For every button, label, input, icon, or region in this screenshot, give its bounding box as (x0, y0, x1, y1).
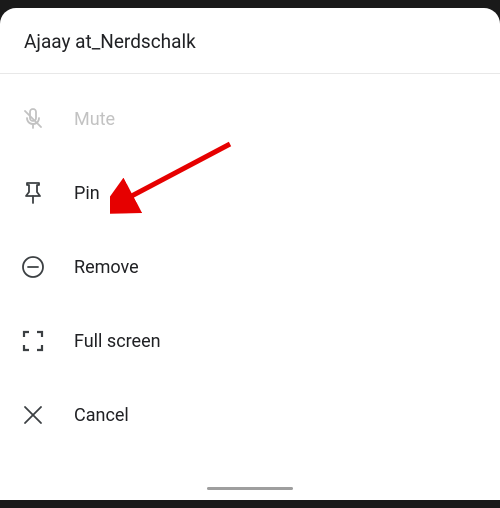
fullscreen-icon (20, 328, 46, 354)
home-indicator (207, 487, 293, 490)
sheet-header: Ajaay at_Nerdschalk (0, 8, 500, 74)
mute-label: Mute (74, 109, 115, 130)
remove-option[interactable]: Remove (0, 230, 500, 304)
menu-list: Mute Pin Remove (0, 74, 500, 452)
cancel-label: Cancel (74, 405, 129, 426)
cancel-option[interactable]: Cancel (0, 378, 500, 452)
pin-option[interactable]: Pin (0, 156, 500, 230)
remove-icon (20, 254, 46, 280)
remove-label: Remove (74, 257, 139, 278)
mute-icon (20, 106, 46, 132)
participant-name: Ajaay at_Nerdschalk (24, 30, 476, 53)
bottom-sheet: Ajaay at_Nerdschalk Mute Pin (0, 8, 500, 500)
close-icon (20, 402, 46, 428)
fullscreen-option[interactable]: Full screen (0, 304, 500, 378)
pin-label: Pin (74, 183, 100, 204)
pin-icon (20, 180, 46, 206)
mute-option: Mute (0, 82, 500, 156)
fullscreen-label: Full screen (74, 331, 161, 352)
